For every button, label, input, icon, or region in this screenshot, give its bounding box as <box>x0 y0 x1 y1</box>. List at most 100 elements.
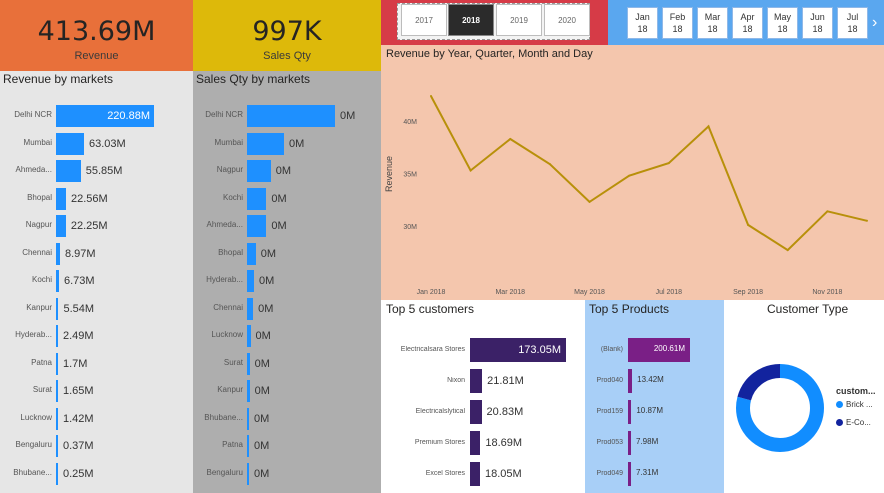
month-year: 18 <box>637 24 648 34</box>
legend-dot <box>836 401 843 408</box>
market-row[interactable]: Ahmeda... 0M <box>193 215 381 237</box>
legend-item-brick[interactable]: Brick ... <box>836 400 873 409</box>
market-bar <box>56 187 66 210</box>
month-label: Mar <box>704 12 721 22</box>
market-value: 8.97M <box>64 247 96 260</box>
market-row[interactable]: Bhopal 0M <box>193 242 381 265</box>
month-may-button[interactable]: May 18 <box>767 7 798 39</box>
market-row[interactable]: Ahmeda... 55.85M <box>0 160 193 182</box>
month-jun-button[interactable]: Jun 18 <box>802 7 833 39</box>
market-row[interactable]: Delhi NCR 0M <box>193 105 381 127</box>
market-name: Kochi <box>222 192 243 202</box>
market-row[interactable]: Hyderab... 0M <box>193 270 381 292</box>
market-row[interactable]: Kanpur 5.54M <box>0 297 193 320</box>
market-row[interactable]: Mumbai 0M <box>193 132 381 155</box>
market-value: 0M <box>254 385 270 397</box>
top-row[interactable]: Prod049 7.31M <box>585 462 724 486</box>
market-row[interactable]: Hyderab... 2.49M <box>0 325 193 347</box>
month-jul-button[interactable]: Jul 18 <box>837 7 868 39</box>
market-row[interactable]: Delhi NCR 220.88M <box>0 105 193 127</box>
month-label: Jul <box>846 12 859 22</box>
market-row[interactable]: Kochi 0M <box>193 187 381 210</box>
market-value: 0M <box>258 302 274 315</box>
market-name: Nagpur <box>25 220 52 229</box>
top-bar <box>628 462 631 486</box>
x-tick-label: Nov 2018 <box>812 289 842 296</box>
year-2020-button[interactable]: 2020 <box>544 4 590 36</box>
line-chart-plot: 40M 35M 30M Jan 2018 Mar 2018 May 2018 Jul 201… <box>403 95 868 296</box>
top-row[interactable]: Excel Stores 18.05M <box>381 462 585 486</box>
top-value: 21.81M <box>487 375 524 387</box>
top-value: 10.87M <box>636 406 664 415</box>
market-row[interactable]: Patna 0M <box>193 435 381 457</box>
year-2018-button[interactable]: 2018 <box>448 4 494 36</box>
top-row[interactable]: Nixon 21.81M <box>381 369 585 393</box>
year-2017-button[interactable]: 2017 <box>401 4 447 36</box>
market-bar <box>247 325 251 347</box>
revenue-point[interactable] <box>588 200 591 203</box>
market-row[interactable]: Chennai 8.97M <box>0 242 193 265</box>
month-slicer: Jan 18 Feb 18 Mar 18 Apr 18 May 18 Jun 18 Jul 1… <box>608 0 884 45</box>
market-row[interactable]: Mumbai 63.03M <box>0 132 193 155</box>
market-row[interactable]: Chennai 0M <box>193 297 381 320</box>
month-label: May <box>773 12 791 22</box>
market-row[interactable]: Bhubane... 0.25M <box>0 462 193 485</box>
revenue-point[interactable] <box>509 138 512 141</box>
market-row[interactable]: Nagpur 22.25M <box>0 215 193 237</box>
customer-type-donut <box>736 364 824 452</box>
market-row[interactable]: Bengaluru 0.37M <box>0 435 193 457</box>
market-row[interactable]: Nagpur 0M <box>193 160 381 182</box>
customer-type-panel: Customer Type custom... Brick ... E-Co..… <box>724 300 884 493</box>
revenue-point[interactable] <box>786 249 789 252</box>
market-bar <box>56 407 58 430</box>
market-row[interactable]: Kochi 6.73M <box>0 270 193 292</box>
top-row[interactable]: Electricalslytical 20.83M <box>381 400 585 424</box>
market-bar <box>56 160 81 182</box>
market-bar <box>247 160 271 182</box>
market-bar <box>247 242 256 265</box>
top-row[interactable]: Prod159 10.87M <box>585 400 724 424</box>
month-feb-button[interactable]: Feb 18 <box>662 7 693 39</box>
top-row[interactable]: Electricalsara Stores 173.05M <box>381 338 585 362</box>
market-value: 0M <box>254 467 270 480</box>
year-2019-button[interactable]: 2019 <box>496 4 542 36</box>
revenue-point[interactable] <box>469 169 472 172</box>
market-row[interactable]: Bengaluru 0M <box>193 462 381 485</box>
x-tick-label: May 2018 <box>574 289 605 296</box>
top-row[interactable]: Prod040 13.42M <box>585 369 724 393</box>
top-value: 173.05M <box>518 344 561 356</box>
month-jan-button[interactable]: Jan 18 <box>627 7 658 39</box>
market-bar <box>56 132 84 155</box>
top-row[interactable]: Premium Stores 18.69M <box>381 431 585 455</box>
revenue-point[interactable] <box>667 162 670 165</box>
revenue-point[interactable] <box>628 174 631 177</box>
market-name: Delhi NCR <box>14 110 52 119</box>
legend-item-ecom[interactable]: E-Co... <box>836 418 871 427</box>
month-apr-button[interactable]: Apr 18 <box>732 7 763 39</box>
top-value: 7.31M <box>636 468 659 477</box>
market-row[interactable]: Bhopal 22.56M <box>0 187 193 210</box>
market-row[interactable]: Patna 1.7M <box>0 352 193 375</box>
market-row[interactable]: Surat 0M <box>193 352 381 375</box>
top-customers-title: Top 5 customers <box>386 302 475 316</box>
market-row[interactable]: Kanpur 0M <box>193 380 381 402</box>
market-value: 0M <box>254 412 270 425</box>
month-mar-button[interactable]: Mar 18 <box>697 7 728 39</box>
market-row[interactable]: Surat 1.65M <box>0 380 193 402</box>
market-row[interactable]: Lucknow 0M <box>193 325 381 347</box>
top-row[interactable]: (Blank) 200.61M <box>585 338 724 362</box>
revenue-point[interactable] <box>747 223 750 226</box>
chevron-right-icon[interactable]: › <box>872 12 884 34</box>
top-row[interactable]: Prod053 7.98M <box>585 431 724 455</box>
revenue-point[interactable] <box>826 210 829 213</box>
market-name: Bhopal <box>27 192 52 202</box>
revenue-point[interactable] <box>430 95 432 98</box>
revenue-point[interactable] <box>548 163 551 166</box>
revenue-point[interactable] <box>707 125 710 128</box>
market-row[interactable]: Bhubane... 0M <box>193 407 381 430</box>
sales-qty-value: 997K <box>252 15 322 47</box>
market-row[interactable]: Lucknow 1.42M <box>0 407 193 430</box>
revenue-series-line[interactable] <box>430 95 868 252</box>
revenue-point[interactable] <box>866 219 868 222</box>
market-value: 0M <box>255 330 271 342</box>
